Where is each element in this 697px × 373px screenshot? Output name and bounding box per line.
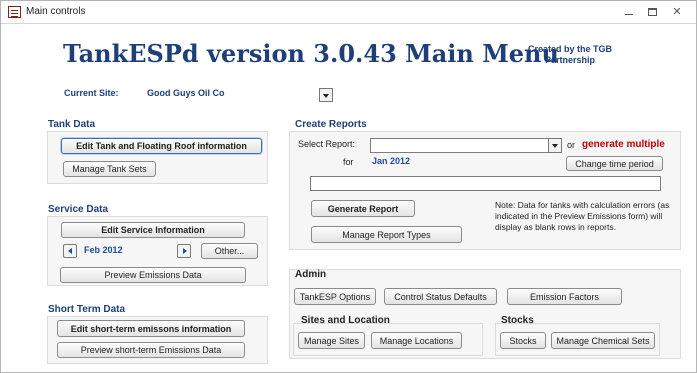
next-month-button[interactable]: [177, 244, 191, 258]
preview-emissions-button[interactable]: Preview Emissions Data: [60, 267, 246, 283]
prev-month-button[interactable]: [63, 244, 77, 258]
credit-text: Created by the TGB Partnership: [527, 44, 612, 65]
create-reports-heading: Create Reports: [295, 119, 367, 130]
select-report-label: Select Report:: [298, 139, 356, 149]
title-bar: Main controls ✕: [1, 1, 696, 24]
current-site-label: Current Site:: [64, 88, 119, 98]
stocks-heading: Stocks: [501, 315, 534, 326]
form-icon: [8, 6, 21, 18]
manage-tank-sets-button[interactable]: Manage Tank Sets: [63, 161, 156, 177]
service-month-value: Feb 2012: [84, 245, 123, 255]
or-label: or: [567, 140, 576, 150]
main-controls-window: Main controls ✕ TankESPd version 3.0.43 …: [0, 0, 697, 373]
admin-heading: Admin: [295, 269, 327, 280]
arrow-left-icon: [68, 248, 72, 254]
manage-locations-button[interactable]: Manage Locations: [371, 332, 462, 349]
current-site-value[interactable]: Good Guys Oil Co: [147, 88, 225, 98]
change-time-period-button[interactable]: Change time period: [566, 156, 663, 171]
edit-service-button[interactable]: Edit Service Information: [61, 222, 245, 238]
stocks-button[interactable]: Stocks: [500, 332, 546, 349]
maximize-button[interactable]: [645, 5, 661, 19]
minimize-icon: [625, 14, 633, 15]
short-term-heading: Short Term Data: [48, 304, 126, 315]
minimize-button[interactable]: [621, 5, 637, 19]
generate-multiple-link[interactable]: generate multiple: [582, 139, 665, 150]
manage-sites-button[interactable]: Manage Sites: [298, 332, 365, 349]
page-title: TankESPd version 3.0.43 Main Menu: [63, 39, 559, 68]
tank-data-heading: Tank Data: [48, 119, 96, 130]
manage-chemical-sets-button[interactable]: Manage Chemical Sets: [551, 332, 655, 349]
emission-factors-button[interactable]: Emission Factors: [507, 288, 622, 305]
maximize-icon: [648, 8, 657, 16]
chevron-down-icon: [323, 94, 329, 98]
preview-short-term-button[interactable]: Preview short-term Emissions Data: [57, 342, 245, 358]
close-button[interactable]: ✕: [669, 5, 685, 19]
arrow-right-icon: [183, 248, 187, 254]
edit-short-term-button[interactable]: Edit short-term emissons information: [57, 320, 245, 337]
report-note: Note: Data for tanks with calculation er…: [495, 200, 670, 232]
control-status-defaults-button[interactable]: Control Status Defaults: [384, 288, 497, 305]
manage-report-types-button[interactable]: Manage Report Types: [311, 226, 462, 243]
window-title: Main controls: [26, 6, 86, 17]
select-report-dropdown[interactable]: [370, 138, 562, 153]
service-data-heading: Service Data: [48, 204, 109, 215]
report-text-field[interactable]: [310, 176, 661, 191]
sites-location-heading: Sites and Location: [301, 315, 390, 326]
report-period-value: Jan 2012: [372, 156, 411, 166]
for-label: for: [343, 157, 354, 167]
edit-tank-button[interactable]: Edit Tank and Floating Roof information: [61, 138, 262, 154]
chevron-down-icon: [552, 144, 558, 148]
generate-report-button[interactable]: Generate Report: [311, 200, 415, 217]
site-dropdown-button[interactable]: [319, 88, 333, 102]
other-button[interactable]: Other...: [201, 243, 258, 259]
tankesp-options-button[interactable]: TankESP Options: [294, 288, 376, 305]
report-dropdown-button[interactable]: [548, 138, 562, 153]
